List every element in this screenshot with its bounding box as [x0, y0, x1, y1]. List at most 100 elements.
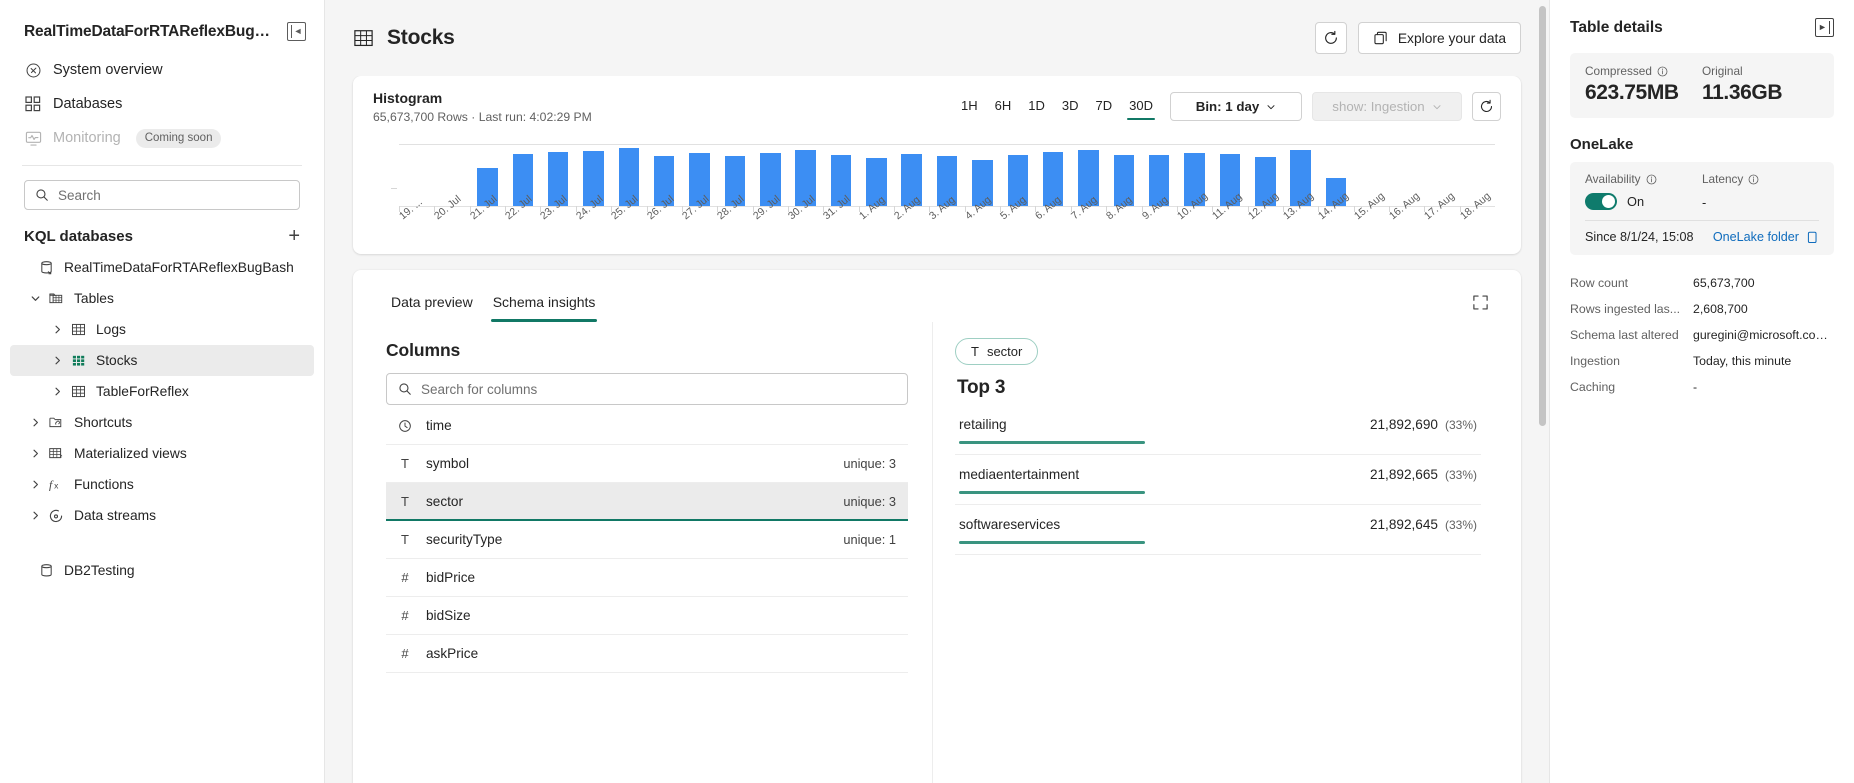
columns-title: Columns — [386, 340, 461, 360]
range-1d[interactable]: 1D — [1021, 93, 1052, 120]
x-label-slot: 1. Aug — [857, 194, 894, 252]
sidebar-item-system-overview[interactable]: System overview — [14, 53, 310, 87]
chevron-right-icon[interactable] — [46, 386, 68, 397]
tree-item-database[interactable]: RealTimeDataForRTAReflexBugBash — [10, 252, 314, 283]
histogram-chart: 19. ... 20. Jul 21. Jul 22. Jul 23. Jul 24. J… — [373, 128, 1501, 238]
x-label-slot: 11. Aug — [1210, 191, 1247, 252]
tree-item-tables[interactable]: Tables — [10, 283, 314, 314]
tree-item-materialized-views[interactable]: Materialized views — [10, 438, 314, 469]
table-details-title: Table details — [1570, 18, 1663, 36]
detail-value: Today, this minute — [1693, 354, 1792, 368]
detail-key: Ingestion — [1570, 354, 1620, 368]
chevron-down-icon — [1266, 102, 1276, 112]
top-value-line: softwareservices 21,892,645 (33%) — [959, 517, 1477, 532]
tree-item-logs[interactable]: Logs — [10, 314, 314, 345]
expand-icon[interactable] — [1467, 289, 1493, 315]
original-stat: Original 11.36GB — [1702, 64, 1819, 105]
column-row-symbol[interactable]: T symbol unique: 3 — [386, 445, 908, 483]
tab-schema-insights[interactable]: Schema insights — [483, 288, 606, 322]
chevron-right-icon[interactable] — [46, 355, 68, 366]
detail-key: Schema last altered — [1570, 328, 1679, 342]
chevron-right-icon[interactable] — [24, 479, 46, 490]
add-database-button[interactable]: + — [288, 226, 300, 246]
column-row-sector[interactable]: T sector unique: 3 — [386, 483, 908, 521]
tree-item-label: TableForReflex — [96, 384, 189, 399]
tree-item-functions[interactable]: fx Functions — [10, 469, 314, 500]
histogram-refresh-button[interactable] — [1472, 92, 1501, 121]
x-label-slot: 7. Aug — [1069, 194, 1106, 252]
column-row-bidsize[interactable]: # bidSize — [386, 597, 908, 635]
sidebar-item-monitoring[interactable]: Monitoring Coming soon — [14, 121, 310, 155]
chart-x-labels: 19. ... 20. Jul 21. Jul 22. Jul 23. Jul 24. J… — [397, 190, 1495, 252]
folder-link-icon — [1806, 231, 1819, 244]
info-icon[interactable] — [1748, 174, 1759, 185]
range-7d[interactable]: 7D — [1089, 93, 1120, 120]
detail-row-schema-last-altered: Schema last altered guregini@microsoft.c… — [1570, 325, 1834, 345]
info-icon[interactable] — [1646, 174, 1657, 185]
svg-text:x: x — [54, 481, 59, 491]
bin-dropdown[interactable]: Bin: 1 day — [1170, 92, 1302, 121]
chevron-right-icon[interactable] — [24, 510, 46, 521]
tree-item-label: RealTimeDataForRTAReflexBugBash — [64, 260, 294, 275]
chevron-right-icon[interactable] — [24, 417, 46, 428]
top-value-bar — [959, 491, 1146, 494]
selected-column-chip[interactable]: T sector — [955, 338, 1039, 365]
main-scroll-area: Histogram 65,673,700 Rows · Last run: 4:… — [325, 76, 1549, 783]
onelake-folder-link[interactable]: OneLake folder — [1713, 230, 1819, 244]
table-icon — [68, 322, 88, 337]
left-sidebar: RealTimeDataForRTAReflexBugBa... ◄ Syste… — [0, 0, 325, 783]
column-row-bidprice[interactable]: # bidPrice — [386, 559, 908, 597]
tree-item-data-streams[interactable]: Data streams — [10, 500, 314, 531]
range-30d[interactable]: 30D — [1122, 93, 1160, 120]
range-1h[interactable]: 1H — [954, 93, 985, 120]
histogram-controls: 1H 6H 1D 3D 7D 30D Bin: 1 day show: Inge… — [954, 90, 1501, 121]
tree-item-stocks[interactable]: Stocks — [10, 345, 314, 376]
columns-search-box[interactable] — [386, 373, 908, 405]
range-6h[interactable]: 6H — [988, 93, 1019, 120]
header-actions: Explore your data — [1314, 22, 1521, 54]
sidebar-search-wrap — [0, 166, 324, 210]
x-label-slot: 16. Aug — [1387, 190, 1424, 252]
since-text: Since 8/1/24, 15:08 — [1585, 230, 1694, 244]
columns-search-input[interactable] — [421, 381, 896, 397]
info-icon[interactable] — [1657, 66, 1668, 77]
range-3d[interactable]: 3D — [1055, 93, 1086, 120]
main-scrollbar[interactable] — [1539, 6, 1546, 426]
column-row-askprice[interactable]: # askPrice — [386, 635, 908, 673]
database-icon — [36, 563, 56, 578]
column-row-securitytype[interactable]: T securityType unique: 1 — [386, 521, 908, 559]
collapse-panel-icon[interactable]: ◄ — [287, 22, 306, 41]
x-label-slot: 24. Jul — [574, 193, 611, 252]
expand-panel-icon[interactable]: ► — [1815, 18, 1834, 37]
x-label-slot: 5. Aug — [998, 194, 1035, 252]
show-dropdown[interactable]: show: Ingestion — [1312, 92, 1462, 121]
top-value-bar-track — [959, 491, 1477, 494]
tree-item-tableforreflex[interactable]: TableForReflex — [10, 376, 314, 407]
column-row-time[interactable]: time — [386, 407, 908, 445]
x-label-slot: 27. Jul — [680, 193, 717, 252]
availability-toggle[interactable] — [1585, 193, 1617, 210]
x-label-slot: 3. Aug — [927, 194, 964, 252]
tree-item-db2testing[interactable]: DB2Testing — [10, 555, 314, 586]
tree-item-shortcuts[interactable]: Shortcuts — [10, 407, 314, 438]
text-icon: T — [401, 493, 409, 509]
top-value-bar-track — [959, 441, 1477, 444]
chevron-right-icon[interactable] — [46, 324, 68, 335]
sidebar-item-databases[interactable]: Databases — [14, 87, 310, 121]
tab-data-preview[interactable]: Data preview — [381, 288, 483, 322]
detail-row-ingestion: Ingestion Today, this minute — [1570, 351, 1834, 371]
search-box[interactable] — [24, 180, 300, 210]
chevron-down-icon[interactable] — [24, 293, 46, 304]
refresh-button[interactable] — [1314, 22, 1347, 54]
top-value-percent: (33%) — [1444, 418, 1477, 432]
monitor-pulse-icon — [24, 129, 42, 147]
sidebar-item-label: Databases — [53, 96, 123, 112]
refresh-icon — [1479, 99, 1494, 114]
chevron-right-icon[interactable] — [24, 448, 46, 459]
main-header: Stocks Explore your data — [325, 0, 1549, 76]
x-label-slot: 18. Aug — [1458, 190, 1495, 252]
table-details-panel: Table details ► Compressed 623.75MB Orig… — [1549, 0, 1854, 783]
explore-your-data-button[interactable]: Explore your data — [1357, 22, 1521, 54]
search-input[interactable] — [58, 187, 289, 203]
materialized-view-icon — [46, 446, 66, 461]
